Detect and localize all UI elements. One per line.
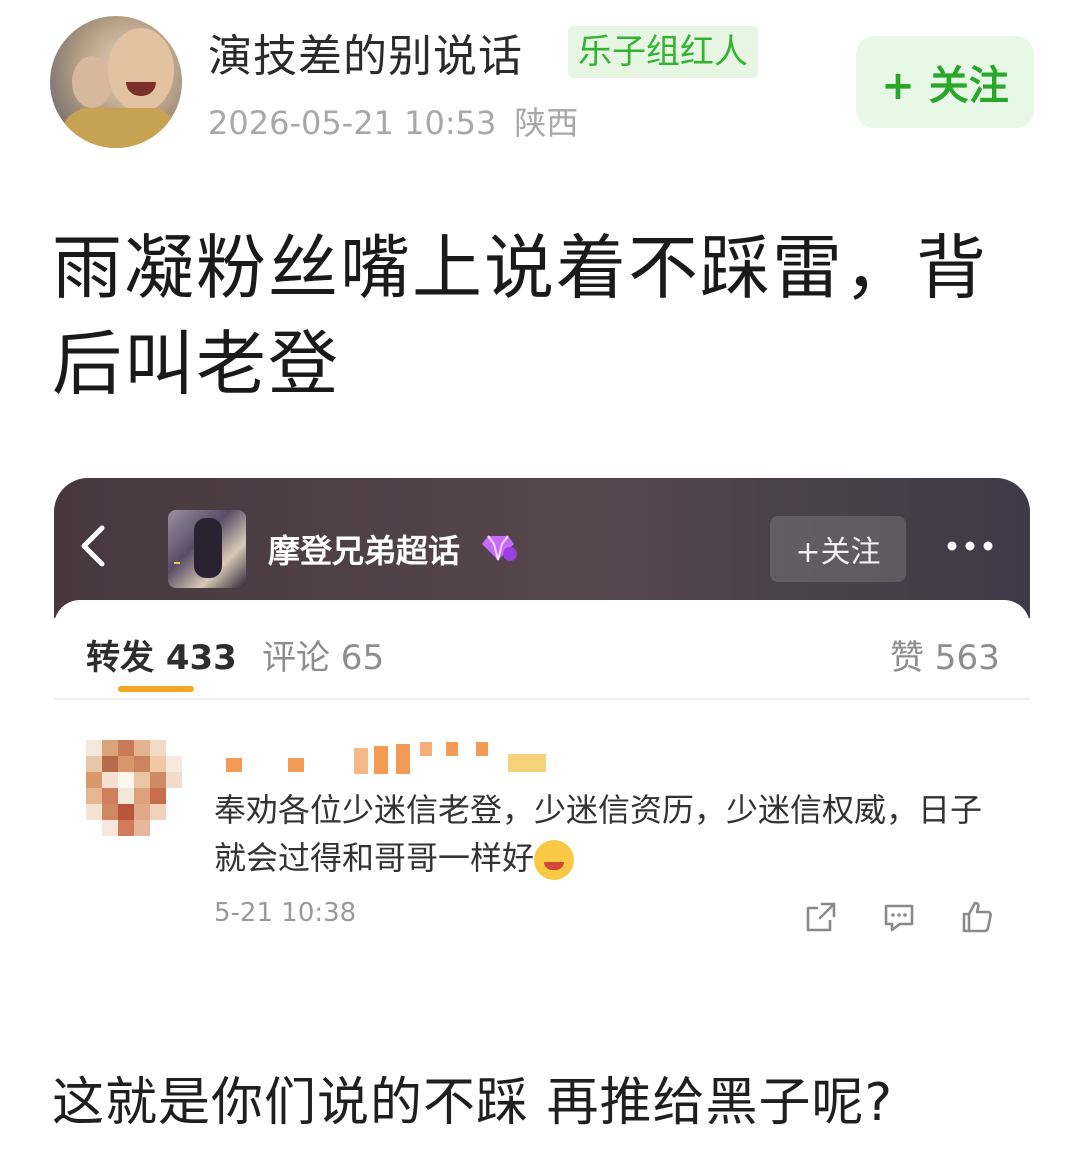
chevron-left-icon[interactable] xyxy=(74,522,114,570)
hands-on-cheeks-emoji-icon xyxy=(534,840,575,880)
thumbnail-figure xyxy=(194,518,222,578)
avatar-figure-left xyxy=(72,56,112,108)
comment-icon[interactable] xyxy=(880,898,918,936)
author-avatar[interactable] xyxy=(50,16,182,148)
comment-text-content: 奉劝各位少迷信老登，少迷信资历，少迷信权威，日子就会过得和哥哥一样好 xyxy=(214,791,983,877)
share-icon[interactable] xyxy=(802,898,840,936)
tab-repost[interactable]: 转发 433 xyxy=(86,630,237,679)
commenter-avatar-pixelated[interactable] xyxy=(86,740,182,836)
comments-panel: 转发 433 评论 65 赞 563 奉劝各位少迷信老登，少迷信资历，少迷信权威… xyxy=(54,600,1030,1008)
topic-follow-button[interactable]: +关注 xyxy=(770,516,906,582)
comment-text: 奉劝各位少迷信老登，少迷信资历，少迷信权威，日子就会过得和哥哥一样好 xyxy=(214,786,1004,882)
avatar-costume xyxy=(60,108,180,148)
post-text: 雨凝粉丝嘴上说着不踩雷，背后叫老登 xyxy=(52,227,988,405)
post-date: 2026-05-21 10:53 xyxy=(208,104,497,142)
diamond-level-icon xyxy=(482,535,517,561)
thumbs-up-icon[interactable] xyxy=(958,898,996,936)
thumbnail-tag-shape xyxy=(174,562,180,564)
tab-comments[interactable]: 评论 65 xyxy=(262,630,384,679)
commenter-name-blurred[interactable] xyxy=(214,740,574,780)
comment-time: 5-21 10:38 xyxy=(214,898,357,928)
post-meta: 2026-05-21 10:53 陕西 xyxy=(208,98,596,144)
topic-header: 摩登兄弟超话 +关注 xyxy=(54,478,1030,618)
tab-divider xyxy=(54,698,1030,700)
tab-likes[interactable]: 赞 563 xyxy=(890,630,1000,679)
topic-title[interactable]: 摩登兄弟超话 xyxy=(268,526,460,572)
avatar-figure-right xyxy=(108,28,174,112)
post-location: 陕西 xyxy=(514,104,579,142)
embedded-screenshot: 摩登兄弟超话 +关注 转发 433 评论 65 赞 563 奉劝各位少迷信老登，… xyxy=(54,478,1030,1008)
active-tab-indicator xyxy=(118,686,194,692)
follow-button[interactable]: + 关注 xyxy=(856,36,1034,128)
more-dots-icon[interactable] xyxy=(944,526,996,575)
author-badge: 乐子组红人 xyxy=(568,26,758,78)
topic-thumbnail[interactable] xyxy=(168,510,246,588)
author-name[interactable]: 演技差的别说话 xyxy=(208,20,523,84)
post-caption: 这就是你们说的不踩 再推给黑子呢? xyxy=(52,1073,894,1133)
